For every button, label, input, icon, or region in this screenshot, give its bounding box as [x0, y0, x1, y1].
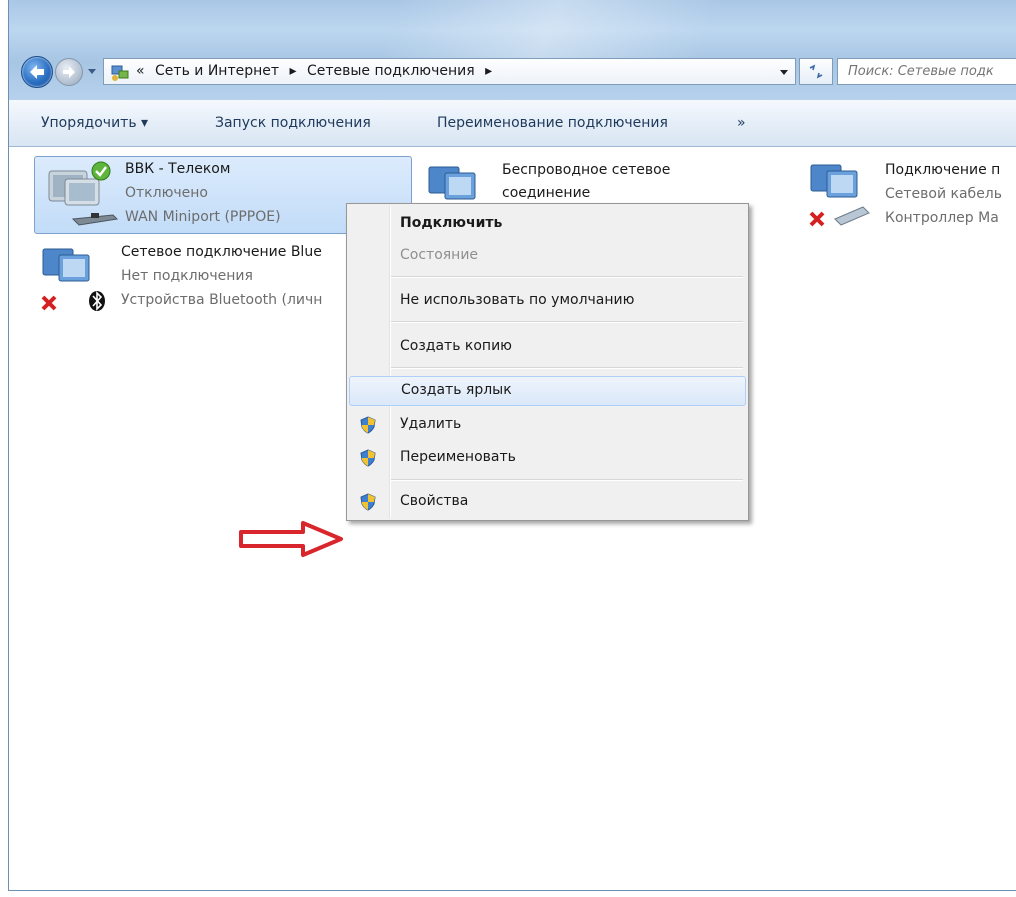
arrow-right-icon: [63, 66, 75, 78]
title-bar: « Сеть и Интернет ▸ Сетевые подключения …: [9, 0, 1016, 100]
menu-item-not-default[interactable]: Не использовать по умолчанию: [349, 286, 746, 316]
breadcrumb-separator[interactable]: ▸: [485, 63, 492, 79]
uac-shield-icon: [360, 416, 376, 434]
menu-item-label: Подключить: [400, 215, 503, 231]
search-box[interactable]: [837, 58, 1016, 85]
connection-status: Нет подключения: [121, 268, 253, 284]
menu-item-status: Состояние: [349, 241, 746, 271]
connection-device: Устройства Bluetooth (личн: [121, 292, 323, 308]
menu-item-label: Не использовать по умолчанию: [400, 292, 635, 308]
breadcrumb-overflow[interactable]: «: [136, 63, 145, 79]
connection-name-line2: соединение: [502, 185, 591, 201]
connection-item-bluetooth[interactable]: Сетевое подключение Blue Нет подключения…: [39, 241, 359, 319]
broadband-connection-icon: [48, 161, 119, 226]
menu-item-label: Состояние: [400, 247, 479, 263]
address-dropdown-icon[interactable]: [779, 67, 789, 77]
connection-device: Контроллер Ma: [885, 210, 999, 226]
menu-item-create-copy[interactable]: Создать копию: [349, 332, 746, 362]
menu-separator: [391, 479, 743, 481]
back-button[interactable]: [21, 56, 53, 88]
uac-shield-icon: [360, 493, 376, 511]
menu-item-label: Удалить: [400, 416, 462, 432]
rename-connection-button[interactable]: Переименование подключения: [437, 115, 668, 131]
menu-separator: [391, 367, 743, 369]
connection-status: Отключено: [125, 185, 208, 201]
connection-item-local-area[interactable]: Подключение п Сетевой кабель Контроллер …: [801, 157, 1016, 235]
connection-name: Беспроводное сетевое: [502, 162, 671, 178]
explorer-window: « Сеть и Интернет ▸ Сетевые подключения …: [8, 0, 1016, 891]
menu-item-label: Переименовать: [400, 449, 516, 465]
menu-item-label: Создать копию: [400, 338, 512, 354]
breadcrumb: « Сеть и Интернет ▸ Сетевые подключения …: [136, 63, 498, 79]
connection-item-wireless[interactable]: Беспроводное сетевое соединение: [417, 157, 717, 207]
address-bar[interactable]: « Сеть и Интернет ▸ Сетевые подключения …: [103, 58, 796, 85]
menu-item-label: Свойства: [400, 493, 469, 509]
start-connection-button[interactable]: Запуск подключения: [215, 115, 371, 131]
search-input[interactable]: [838, 59, 1016, 84]
menu-item-create-shortcut[interactable]: Создать ярлык: [349, 376, 746, 406]
breadcrumb-network-connections[interactable]: Сетевые подключения: [307, 63, 475, 79]
breadcrumb-network-internet[interactable]: Сеть и Интернет: [155, 63, 279, 79]
refresh-icon: [809, 64, 823, 79]
recent-pages-dropdown-icon[interactable]: [87, 66, 97, 76]
connection-name: ВВК - Телеком: [125, 161, 231, 177]
menu-item-properties[interactable]: Свойства: [349, 487, 746, 517]
red-arrow-annotation: [239, 521, 343, 557]
glass-highlight: [378, 0, 720, 60]
menu-separator: [391, 276, 743, 278]
menu-separator: [391, 321, 743, 323]
menu-item-connect[interactable]: Подключить: [349, 209, 746, 239]
connection-status: Сетевой кабель: [885, 186, 1003, 202]
connection-name: Сетевое подключение Blue: [121, 244, 322, 260]
more-commands-button[interactable]: »: [737, 115, 746, 131]
organize-menu[interactable]: Упорядочить ▾: [41, 115, 148, 131]
menu-item-rename[interactable]: Переименовать: [349, 443, 746, 473]
context-menu: Подключить Состояние Не использовать по …: [346, 203, 749, 521]
bluetooth-network-icon: [41, 248, 105, 311]
breadcrumb-separator[interactable]: ▸: [289, 63, 296, 79]
command-bar: Упорядочить ▾ Запуск подключения Переиме…: [9, 100, 1016, 147]
connection-device: WAN Miniport (PPPOE): [125, 209, 281, 225]
ethernet-network-icon: [809, 164, 870, 227]
uac-shield-icon: [360, 449, 376, 467]
arrow-left-icon: [30, 65, 44, 79]
forward-button[interactable]: [55, 58, 83, 86]
menu-item-label: Создать ярлык: [401, 382, 512, 398]
refresh-button[interactable]: [799, 58, 833, 85]
connection-name: Подключение п: [885, 162, 1001, 178]
network-connections-icon: [111, 65, 129, 81]
menu-item-delete[interactable]: Удалить: [349, 410, 746, 440]
